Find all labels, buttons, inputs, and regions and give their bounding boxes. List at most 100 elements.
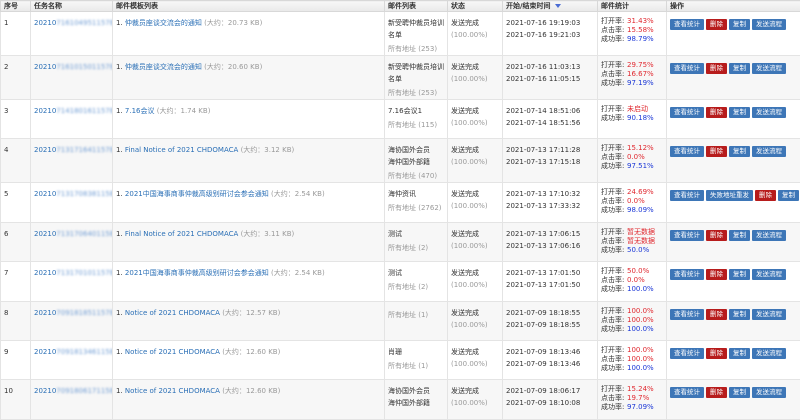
view-stats-button[interactable]: 查看统计 [670, 230, 704, 241]
copy-button[interactable]: 复制 [729, 269, 750, 280]
end-time: 2021-07-09 18:10:08 [506, 399, 580, 407]
delete-button[interactable]: 删除 [706, 19, 727, 30]
send-flow-button[interactable]: 发送流程 [752, 309, 786, 320]
list-cell: 海仲资讯所有地址 (2762) [385, 183, 448, 222]
ops-cell: 查看统计删除复制发送流程 [667, 340, 800, 379]
template-link[interactable]: Notice of 2021 CHDOMACA [125, 309, 220, 317]
copy-button[interactable]: 复制 [729, 348, 750, 359]
send-flow-button[interactable]: 发送流程 [752, 146, 786, 157]
template-link[interactable]: Notice of 2021 CHDOMACA [125, 387, 220, 395]
ops-cell: 查看统计删除复制发送流程 [667, 12, 800, 56]
view-stats-button[interactable]: 查看统计 [670, 19, 704, 30]
list-count: 所有地址 (2762) [388, 202, 444, 214]
col-ops[interactable]: 操作 [667, 1, 800, 12]
delete-button[interactable]: 删除 [706, 63, 727, 74]
time-cell: 2021-07-13 17:11:282021-07-13 17:15:18 [503, 139, 598, 183]
view-stats-button[interactable]: 查看统计 [670, 63, 704, 74]
copy-button[interactable]: 复制 [729, 63, 750, 74]
send-flow-button[interactable]: 发送流程 [752, 348, 786, 359]
copy-button[interactable]: 复制 [729, 146, 750, 157]
delete-button[interactable]: 删除 [755, 190, 776, 201]
task-name[interactable]: 20210709181346115B46 [31, 340, 113, 379]
copy-button[interactable]: 复制 [729, 230, 750, 241]
stats-cell: 打开率:50.0%点击率:0.0%成功率:100.0% [598, 262, 667, 301]
task-name[interactable]: 20210716101501157B46 [31, 56, 113, 100]
col-list[interactable]: 邮件列表 [385, 1, 448, 12]
task-name[interactable]: 20210713170640115B46 [31, 222, 113, 261]
template-size: (大约：20.73 KB) [204, 19, 262, 27]
send-flow-button[interactable]: 发送流程 [752, 269, 786, 280]
send-flow-button[interactable]: 发送流程 [752, 107, 786, 118]
template-cell: 1. Final Notice of 2021 CHDOMACA (大约：3.1… [113, 222, 385, 261]
view-stats-button[interactable]: 查看统计 [670, 190, 704, 201]
stats-cell: 打开率:暂无数据点击率:暂无数据成功率:50.0% [598, 222, 667, 261]
template-link[interactable]: 2021中国海事商事仲裁高级别研讨会参会通知 [125, 190, 269, 198]
send-flow-button[interactable]: 发送流程 [752, 63, 786, 74]
start-time: 2021-07-09 18:18:55 [506, 307, 594, 319]
task-name[interactable]: 20210713171641157B46 [31, 139, 113, 183]
template-size: (大约：3.12 KB) [241, 146, 295, 154]
row-seq: 7 [1, 262, 31, 301]
copy-button[interactable]: 复制 [729, 107, 750, 118]
table-row: 920210709181346115B461. Notice of 2021 C… [1, 340, 800, 379]
col-seq[interactable]: 序号 [1, 1, 31, 12]
send-flow-button[interactable]: 发送流程 [752, 230, 786, 241]
success-rate: 100.0% [627, 364, 654, 372]
col-template[interactable]: 邮件模板列表 [113, 1, 385, 12]
list-cell: 新受聘仲裁员培训名单所有地址 (253) [385, 56, 448, 100]
task-name[interactable]: 20210709180617115B46 [31, 380, 113, 419]
delete-button[interactable]: 删除 [706, 269, 727, 280]
template-link[interactable]: Final Notice of 2021 CHDOMACA [125, 146, 238, 154]
col-status[interactable]: 状态 [448, 1, 503, 12]
delete-button[interactable]: 删除 [706, 309, 727, 320]
col-stats[interactable]: 邮件统计 [598, 1, 667, 12]
delete-button[interactable]: 删除 [706, 387, 727, 398]
view-stats-button[interactable]: 查看统计 [670, 269, 704, 280]
template-cell: 1. Notice of 2021 CHDOMACA (大约：12.60 KB) [113, 380, 385, 419]
task-name[interactable]: 20210716104951157B45 [31, 12, 113, 56]
start-time: 2021-07-13 17:11:28 [506, 144, 594, 156]
col-task[interactable]: 任务名称 [31, 1, 113, 12]
row-seq: 2 [1, 56, 31, 100]
resend-failed-button[interactable]: 失败地址重发 [706, 190, 753, 201]
send-flow-button[interactable]: 发送流程 [752, 387, 786, 398]
task-name[interactable]: 20210713170101157B46 [31, 262, 113, 301]
success-rate: 100.0% [627, 285, 654, 293]
template-link[interactable]: 7.16会议 [125, 107, 155, 115]
send-flow-button[interactable]: 发送流程 [752, 19, 786, 30]
copy-button[interactable]: 复制 [729, 387, 750, 398]
template-link[interactable]: Notice of 2021 CHDOMACA [125, 348, 220, 356]
view-stats-button[interactable]: 查看统计 [670, 107, 704, 118]
template-size: (大约：2.54 KB) [271, 269, 325, 277]
success-rate: 98.09% [627, 206, 654, 214]
view-stats-button[interactable]: 查看统计 [670, 348, 704, 359]
view-stats-button[interactable]: 查看统计 [670, 146, 704, 157]
view-stats-button[interactable]: 查看统计 [670, 387, 704, 398]
start-time: 2021-07-13 17:10:32 [506, 188, 594, 200]
task-name[interactable]: 20210713170838115B71 [31, 183, 113, 222]
stats-cell: 打开率:100.0%点击率:100.0%成功率:100.0% [598, 301, 667, 340]
delete-button[interactable]: 删除 [706, 146, 727, 157]
col-time[interactable]: 开始/结束时间 [503, 1, 598, 12]
delete-button[interactable]: 删除 [706, 107, 727, 118]
list-name: 肖珊 [388, 346, 444, 358]
list-name: 新受聘仲裁员培训名单 [388, 61, 444, 85]
table-row: 420210713171641157B461. Final Notice of … [1, 139, 800, 183]
delete-button[interactable]: 删除 [706, 230, 727, 241]
time-cell: 2021-07-14 18:51:062021-07-14 18:51:56 [503, 100, 598, 139]
open-rate: 24.69% [627, 188, 654, 196]
copy-button[interactable]: 复制 [778, 190, 799, 201]
copy-button[interactable]: 复制 [729, 19, 750, 30]
template-link[interactable]: 2021中国海事商事仲裁高级别研讨会参会通知 [125, 269, 269, 277]
sort-desc-icon[interactable] [555, 4, 561, 8]
copy-button[interactable]: 复制 [729, 309, 750, 320]
template-link[interactable]: 仲裁员座谈交流会的通知 [125, 19, 202, 27]
template-link[interactable]: 仲裁员座谈交流会的通知 [125, 63, 202, 71]
delete-button[interactable]: 删除 [706, 348, 727, 359]
click-rate: 0.0% [627, 197, 645, 205]
template-link[interactable]: Final Notice of 2021 CHDOMACA [125, 230, 238, 238]
task-name[interactable]: 20210714180161157B46 [31, 100, 113, 139]
view-stats-button[interactable]: 查看统计 [670, 309, 704, 320]
task-name[interactable]: 20210709181851157B46 [31, 301, 113, 340]
open-rate: 15.12% [627, 144, 654, 152]
